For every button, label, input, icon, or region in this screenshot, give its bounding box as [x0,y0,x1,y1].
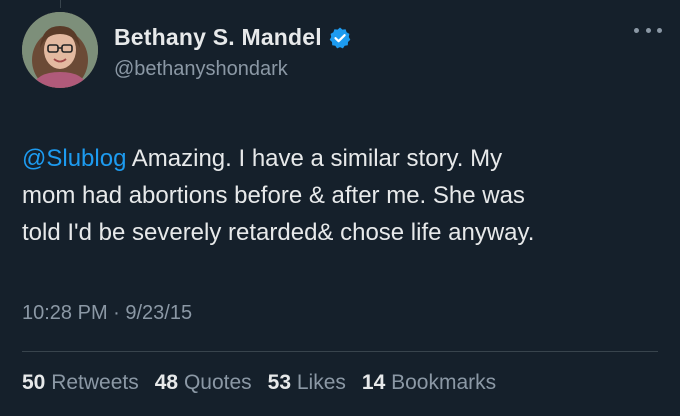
stat-label: Bookmarks [391,371,497,394]
name-row: Bethany S. Mandel [114,24,352,51]
mention-link[interactable]: @Slublog [22,145,126,172]
verified-badge-icon[interactable] [328,26,352,50]
stat-count: 50 [22,371,46,394]
stat-count: 14 [361,371,386,394]
stat-retweets[interactable]: 50 Retweets [22,371,139,395]
handle[interactable]: @bethanyshondark [114,58,288,81]
tweet-text: @Slublog Amazing. I have a similar story… [22,140,662,251]
more-dot [657,28,662,33]
more-dot [645,28,651,33]
stat-quotes[interactable]: 48 Quotes [155,371,252,395]
stat-label: Retweets [51,371,139,394]
stat-bookmarks[interactable]: 14 Bookmarks [362,371,496,395]
thread-connector-line [60,0,61,8]
tweet-header: Bethany S. Mandel @bethanyshondark [22,12,662,92]
stat-count: 48 [154,371,179,394]
timestamp[interactable]: 10:28 PM · 9/23/15 [22,302,192,325]
stat-likes[interactable]: 53 Likes [268,371,346,395]
engagement-stats: 50 Retweets 48 Quotes 53 Likes 14 Bookma… [22,371,512,395]
stat-label: Likes [296,371,346,394]
display-name[interactable]: Bethany S. Mandel [114,24,322,51]
avatar-image [22,12,98,88]
avatar[interactable] [22,12,98,88]
stat-count: 53 [267,371,292,394]
divider [22,351,658,352]
stat-label: Quotes [183,371,252,394]
more-dot [634,28,639,33]
more-options-icon[interactable] [634,28,662,38]
